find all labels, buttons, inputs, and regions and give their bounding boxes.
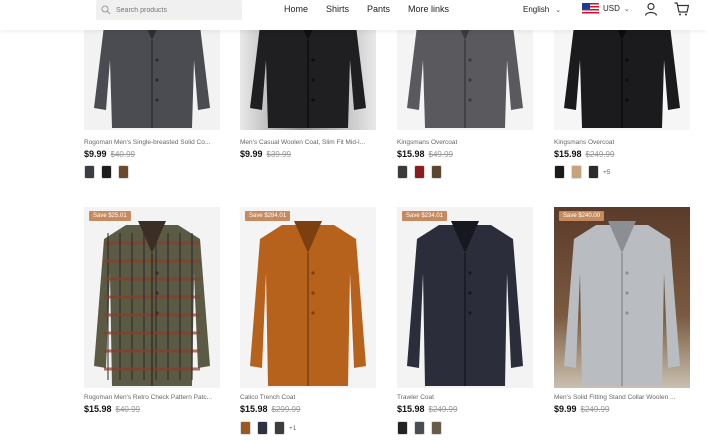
color-swatch[interactable] <box>84 165 95 179</box>
product-image[interactable] <box>397 30 533 130</box>
product-title[interactable]: Kingsmans Overcoat <box>554 139 690 146</box>
product-image[interactable]: Save $234.01 <box>397 207 533 388</box>
color-swatch[interactable] <box>274 421 285 435</box>
current-price: $9.99 <box>554 404 577 414</box>
product-title[interactable]: Kingsmans Overcoat <box>397 139 533 146</box>
color-swatch[interactable] <box>554 165 565 179</box>
current-price: $15.98 <box>554 149 582 159</box>
nav-more-links[interactable]: More links <box>408 4 449 14</box>
current-price: $15.98 <box>84 404 112 414</box>
product-price: $9.99 $249.99 <box>554 404 609 414</box>
coat-illustration <box>94 30 210 128</box>
color-swatch[interactable] <box>414 421 425 435</box>
current-price: $15.98 <box>397 149 425 159</box>
product-price: $15.98 $49.99 <box>397 149 453 159</box>
product-title[interactable]: Trawler Coat <box>397 394 533 401</box>
cart-icon[interactable] <box>674 2 689 16</box>
nav-pants[interactable]: Pants <box>367 4 390 14</box>
product-price: $9.99 $40.99 <box>84 149 135 159</box>
current-price: $15.98 <box>240 404 268 414</box>
color-swatch[interactable] <box>101 165 112 179</box>
coat-illustration <box>407 221 523 386</box>
product-image[interactable]: Save $284.01 <box>240 207 376 388</box>
color-swatches <box>397 165 442 179</box>
original-price: $39.99 <box>266 150 291 159</box>
product-price: $15.98 $40.99 <box>84 404 140 414</box>
color-swatch[interactable] <box>257 421 268 435</box>
coat-illustration <box>407 30 523 128</box>
original-price: $40.99 <box>115 405 140 414</box>
language-selector[interactable]: English ⌄ <box>523 5 561 14</box>
color-swatch[interactable] <box>414 165 425 179</box>
color-swatch[interactable] <box>397 421 408 435</box>
coat-illustration <box>250 221 366 386</box>
product-price: $15.98 $249.99 <box>554 149 614 159</box>
current-price: $9.99 <box>240 149 263 159</box>
color-swatch[interactable] <box>431 165 442 179</box>
color-swatch[interactable] <box>571 165 582 179</box>
currency-selector[interactable]: USD ⌄ <box>582 3 630 14</box>
color-swatch[interactable] <box>397 165 408 179</box>
original-price: $249.99 <box>428 405 458 414</box>
product-image[interactable] <box>84 30 220 130</box>
site-header: Home Shirts Pants More links English ⌄ U… <box>0 0 707 30</box>
product-image[interactable] <box>554 30 690 130</box>
more-colors-count[interactable]: +5 <box>603 169 610 176</box>
color-swatches <box>397 421 442 435</box>
color-swatches: +5 <box>554 165 610 179</box>
product-image[interactable]: Save $25.01 <box>84 207 220 388</box>
sale-badge: Save $25.01 <box>89 211 131 221</box>
coat-illustration <box>564 221 680 386</box>
original-price: $299.99 <box>271 405 301 414</box>
product-title[interactable]: Rogoman Men's Single-breasted Solid Co..… <box>84 139 220 146</box>
search-icon <box>101 5 111 15</box>
color-swatches <box>84 165 129 179</box>
product-title[interactable]: Men's Casual Woolen Coat, Slim Fit Mid-l… <box>240 139 376 146</box>
color-swatch[interactable] <box>118 165 129 179</box>
sale-badge: Save $240.00 <box>559 211 605 221</box>
more-colors-count[interactable]: +1 <box>289 425 296 432</box>
search-input[interactable] <box>116 6 226 14</box>
main-nav: Home Shirts Pants More links <box>284 4 449 14</box>
product-image[interactable]: Save $240.00 <box>554 207 690 388</box>
sale-badge: Save $234.01 <box>402 211 448 221</box>
search-box[interactable] <box>96 0 242 20</box>
currency-label: USD <box>603 4 620 13</box>
chevron-down-icon: ⌄ <box>623 5 630 13</box>
current-price: $9.99 <box>84 149 107 159</box>
coat-illustration <box>250 30 366 128</box>
original-price: $49.99 <box>428 150 453 159</box>
coat-illustration <box>94 221 210 386</box>
language-label: English <box>523 5 550 14</box>
product-title[interactable]: Calico Trench Coat <box>240 394 376 401</box>
color-swatch[interactable] <box>240 421 251 435</box>
current-price: $15.98 <box>397 404 425 414</box>
nav-home[interactable]: Home <box>284 4 308 14</box>
product-price: $15.98 $249.99 <box>397 404 457 414</box>
us-flag-icon <box>582 3 599 14</box>
product-title[interactable]: Rogoman Men's Retro Check Pattern Patc..… <box>84 394 220 401</box>
product-title[interactable]: Men's Solid Fitting Stand Collar Woolen … <box>554 394 690 401</box>
color-swatches: +1 <box>240 421 296 435</box>
product-image[interactable] <box>240 30 376 130</box>
product-price: $15.98 $299.99 <box>240 404 300 414</box>
nav-shirts[interactable]: Shirts <box>326 4 349 14</box>
original-price: $249.99 <box>580 405 610 414</box>
color-swatch[interactable] <box>431 421 442 435</box>
product-price: $9.99 $39.99 <box>240 149 291 159</box>
sale-badge: Save $284.01 <box>245 211 291 221</box>
chevron-down-icon: ⌄ <box>555 6 562 14</box>
original-price: $40.99 <box>110 150 135 159</box>
coat-illustration <box>564 30 680 128</box>
original-price: $249.99 <box>585 150 615 159</box>
user-icon[interactable] <box>644 2 658 16</box>
color-swatch[interactable] <box>588 165 599 179</box>
